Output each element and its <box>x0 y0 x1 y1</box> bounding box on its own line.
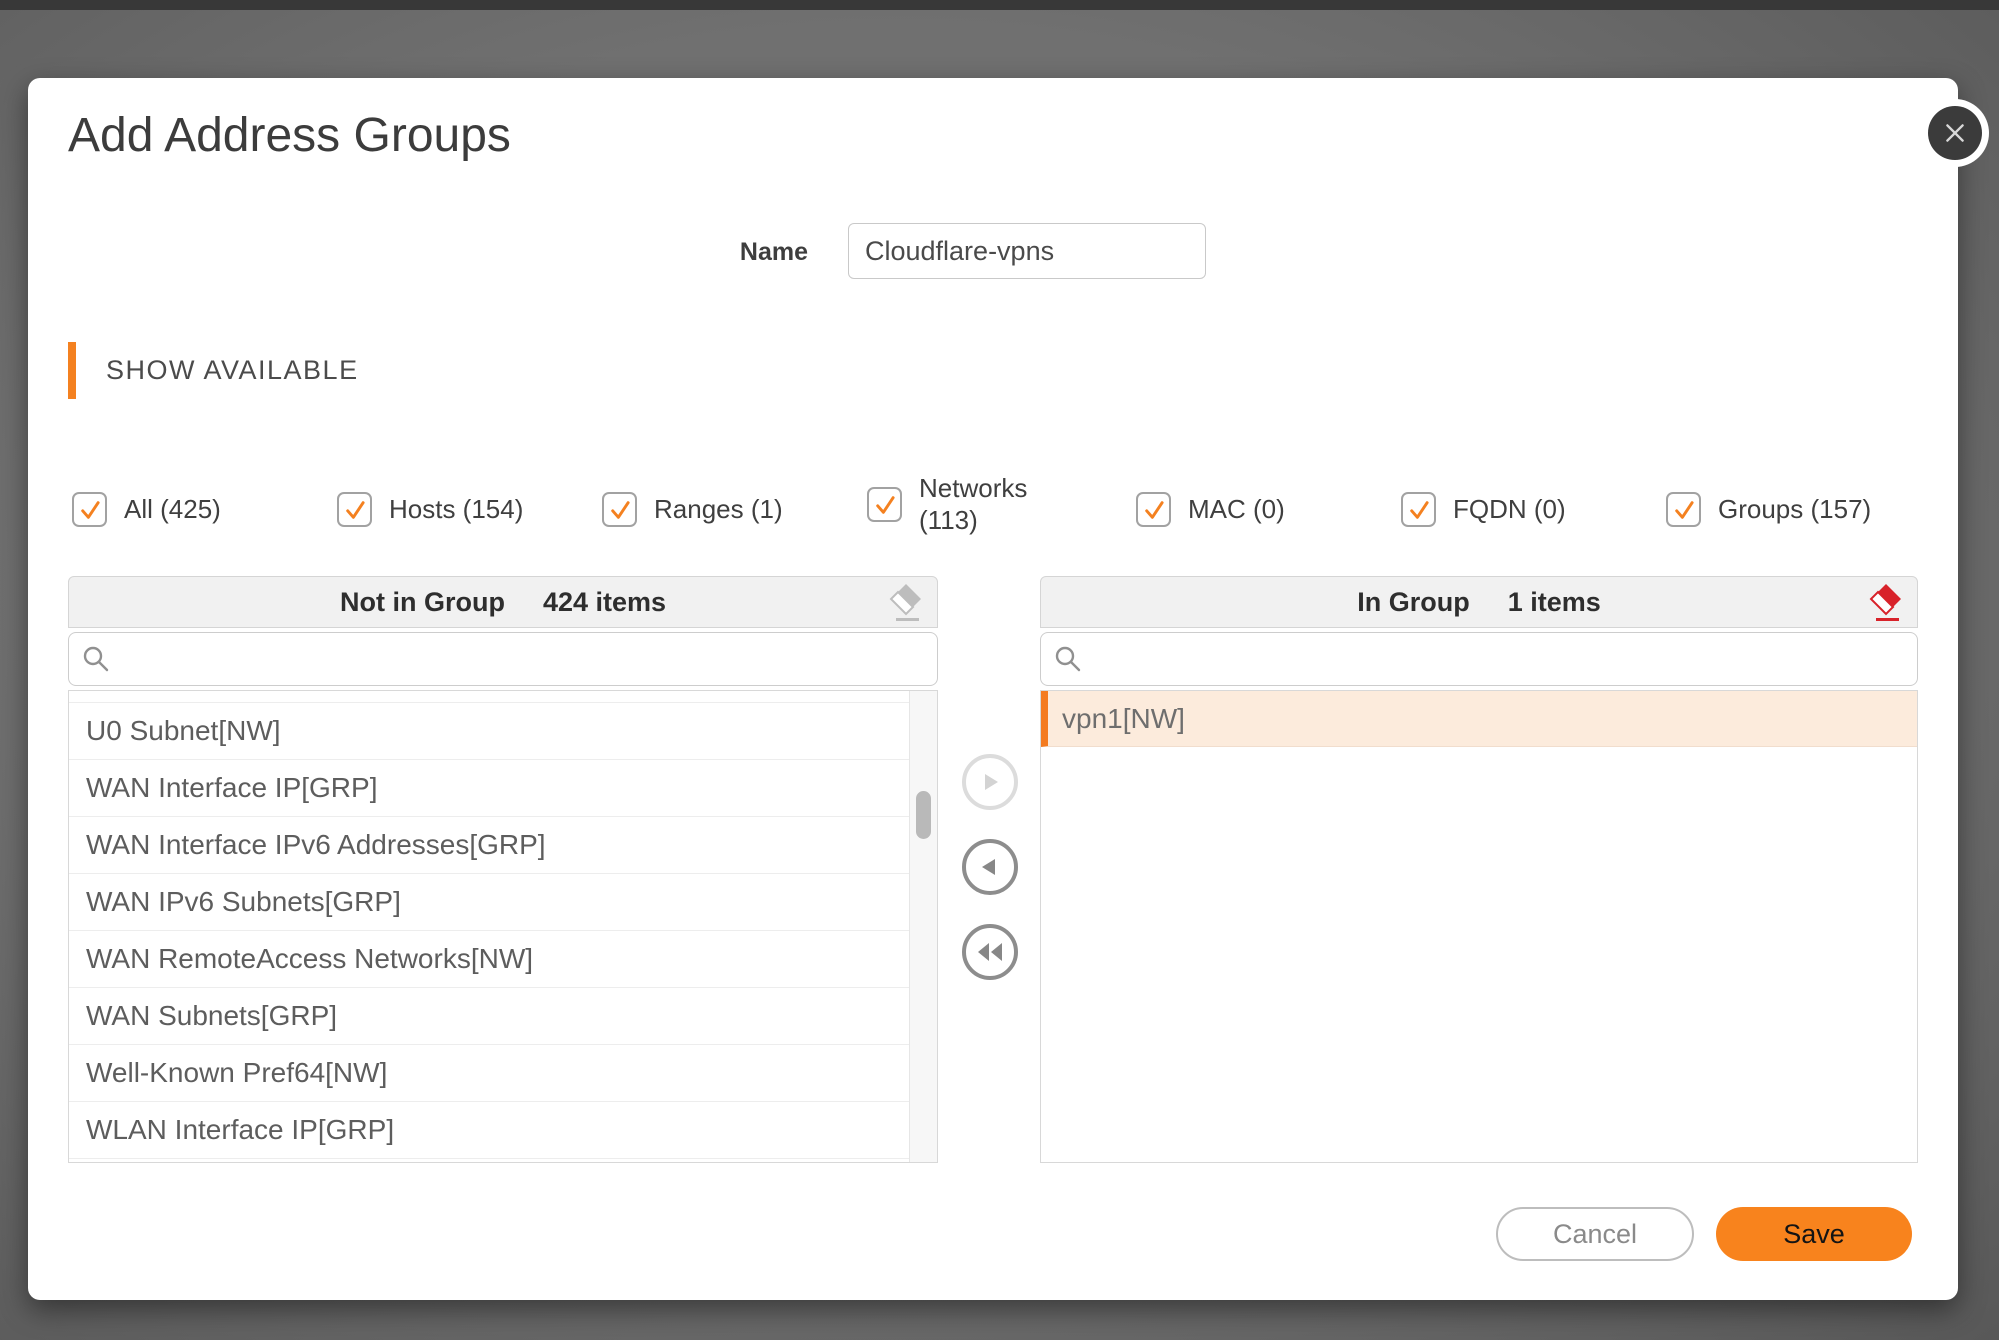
panel-header: Not in Group 424 items <box>68 576 938 628</box>
add-address-groups-dialog: Add Address Groups Name SHOW AVAILABLE A… <box>28 78 1982 1300</box>
scrollbar-track[interactable] <box>909 691 937 1162</box>
close-button[interactable] <box>1928 106 1982 160</box>
panel-header: In Group 1 items <box>1040 576 1918 628</box>
filter-item: Hosts (154) <box>337 492 523 527</box>
panel-in-group: In Group 1 items vpn1[NW] <box>1040 576 1918 1163</box>
dialog-title: Add Address Groups <box>68 109 511 162</box>
list-item[interactable]: WLAN Interface IP[GRP] <box>69 1102 910 1159</box>
filter-item: All (425) <box>72 492 221 527</box>
checkmark-icon <box>80 500 100 519</box>
filter-checkbox[interactable] <box>1401 492 1436 527</box>
section-accent-bar <box>68 342 76 399</box>
list-item[interactable]: WAN RemoteAccess Networks[NW] <box>69 931 910 988</box>
clear-left-selection-button[interactable] <box>888 582 924 622</box>
section-title: SHOW AVAILABLE <box>106 355 359 385</box>
name-input[interactable] <box>848 223 1206 279</box>
move-left-button[interactable] <box>962 839 1018 895</box>
arrow-left-icon <box>978 855 1002 879</box>
filter-label: All (425) <box>124 494 221 524</box>
list-item-partial[interactable] <box>69 691 910 703</box>
panel-count: 424 items <box>542 586 667 617</box>
filter-checkbox[interactable] <box>867 487 902 523</box>
panel-title: Not in Group <box>339 586 505 617</box>
filter-checkbox[interactable] <box>1136 492 1171 527</box>
filter-checkbox[interactable] <box>337 492 372 527</box>
filter-row: All (425) Hosts (154) Ranges (1) Network… <box>28 466 1958 562</box>
checkmark-icon <box>1144 500 1164 519</box>
filter-label: Networks (113) <box>919 473 1028 535</box>
filter-item: Networks (113) <box>867 473 1051 536</box>
filter-label: Hosts (154) <box>389 494 524 524</box>
filter-item: Groups (157) <box>1666 492 1871 527</box>
checkmark-icon <box>1409 500 1429 519</box>
filter-item: MAC (0) <box>1136 492 1285 527</box>
filter-label: Groups (157) <box>1718 494 1872 524</box>
panel-not-in-group: Not in Group 424 items U0 Subnet[NW] WAN… <box>68 576 938 1163</box>
filter-item: FQDN (0) <box>1401 492 1566 527</box>
eraser-icon <box>1869 584 1901 621</box>
filter-checkbox[interactable] <box>72 492 107 527</box>
left-search-box <box>68 632 938 686</box>
clear-right-selection-button[interactable] <box>1868 582 1904 622</box>
close-icon <box>1942 120 1968 146</box>
list-item[interactable]: Well-Known Pref64[NW] <box>69 1045 910 1102</box>
list-item[interactable]: U0 Subnet[NW] <box>69 703 910 760</box>
eraser-icon <box>889 584 921 621</box>
move-all-left-button[interactable] <box>962 924 1018 980</box>
name-label: Name <box>739 238 808 266</box>
not-in-group-list: U0 Subnet[NW] WAN Interface IP[GRP] WAN … <box>68 690 938 1163</box>
list-item[interactable]: WAN Interface IPv6 Addresses[GRP] <box>69 817 910 874</box>
filter-item: Ranges (1) <box>602 492 783 527</box>
filter-label: Ranges (1) <box>654 494 783 524</box>
checkmark-icon <box>345 500 365 519</box>
in-group-list: vpn1[NW] <box>1040 690 1918 1163</box>
save-button[interactable]: Save <box>1716 1207 1912 1261</box>
show-available-section: SHOW AVAILABLE <box>68 342 359 399</box>
move-right-button[interactable] <box>962 754 1018 810</box>
list-item[interactable]: WAN Interface IP[GRP] <box>69 760 910 817</box>
panel-title: In Group <box>1357 586 1470 617</box>
filter-checkbox[interactable] <box>602 492 637 527</box>
panel-count: 1 items <box>1507 586 1601 617</box>
filter-label: MAC (0) <box>1188 494 1285 524</box>
checkmark-icon <box>610 500 630 519</box>
search-icon <box>81 644 111 674</box>
checkmark-icon <box>875 495 895 514</box>
search-icon <box>1053 644 1083 674</box>
list-item[interactable]: WAN Subnets[GRP] <box>69 988 910 1045</box>
list-item[interactable]: WAN IPv6 Subnets[GRP] <box>69 874 910 931</box>
double-arrow-left-icon <box>976 941 1004 963</box>
list-item[interactable]: vpn1[NW] <box>1041 691 1917 747</box>
filter-checkbox[interactable] <box>1666 492 1701 527</box>
right-search-box <box>1040 632 1918 686</box>
left-search-input[interactable] <box>121 642 925 676</box>
filter-label: FQDN (0) <box>1453 494 1566 524</box>
backdrop-top-strip <box>0 0 1999 10</box>
scrollbar-thumb[interactable] <box>916 791 931 839</box>
arrow-right-icon <box>978 770 1002 794</box>
checkmark-icon <box>1674 500 1694 519</box>
cancel-button[interactable]: Cancel <box>1496 1207 1694 1261</box>
right-search-input[interactable] <box>1093 642 1905 676</box>
